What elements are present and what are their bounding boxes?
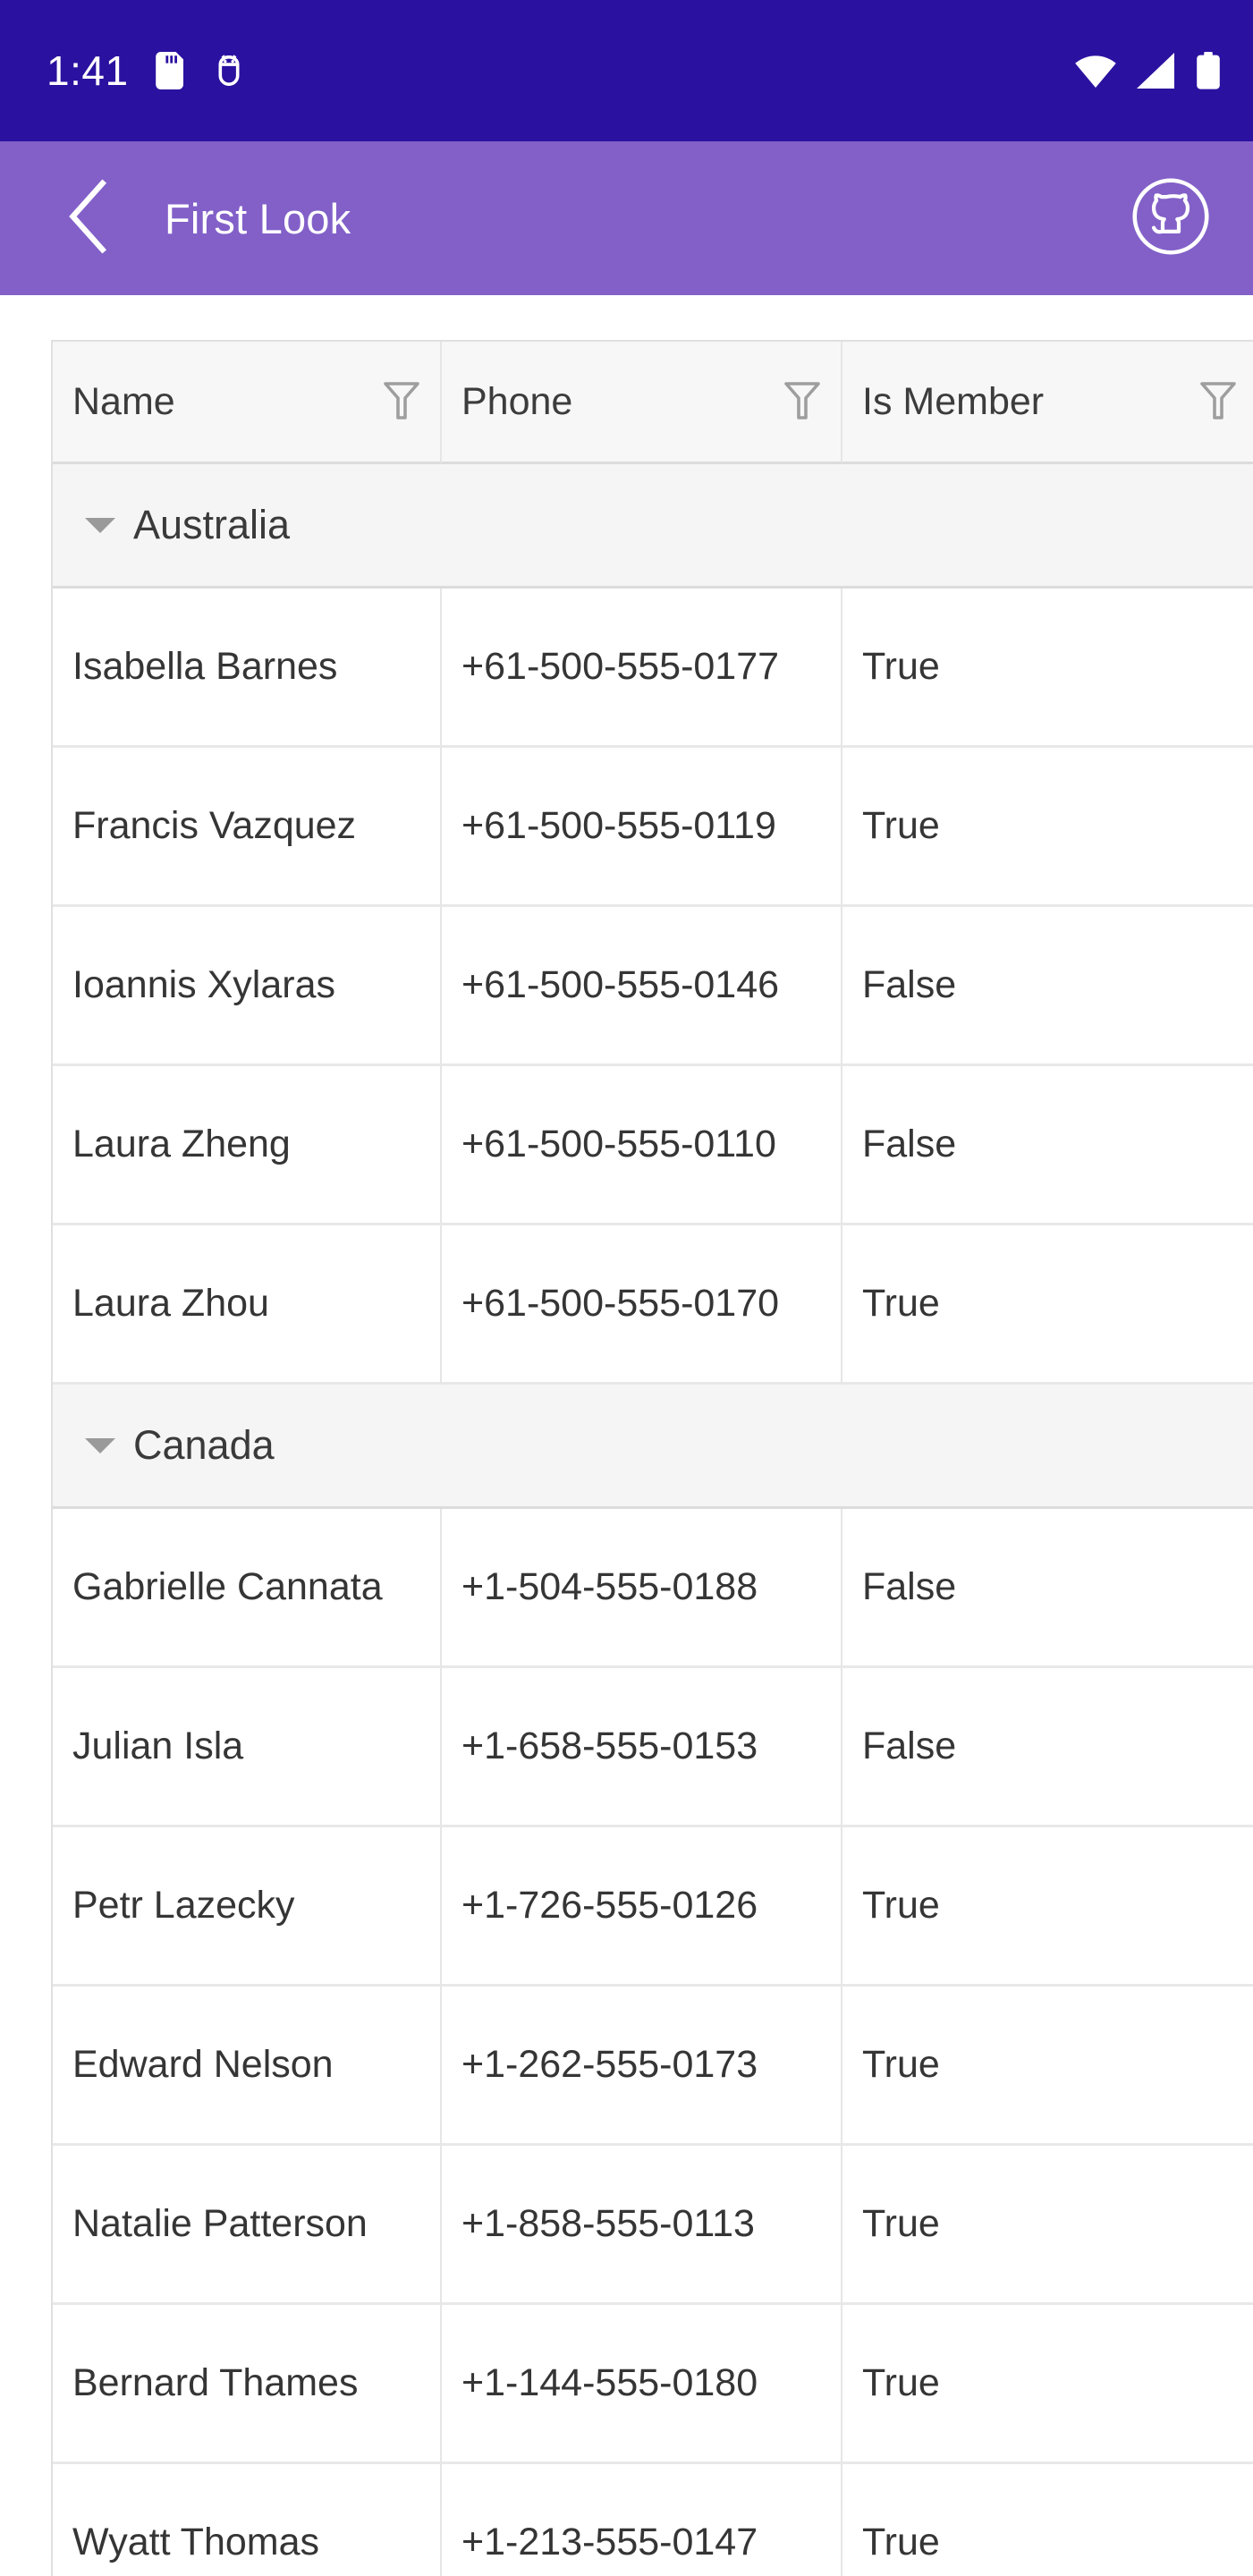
cell-name: Isabella Barnes bbox=[53, 589, 442, 748]
cell-name: Wyatt Thomas bbox=[53, 2464, 442, 2576]
column-header-label: Phone bbox=[461, 379, 573, 423]
cell-phone: +61-500-555-0170 bbox=[442, 1225, 842, 1385]
cell-is-member: True bbox=[842, 2305, 1253, 2464]
column-header-is-member[interactable]: Is Member bbox=[842, 342, 1253, 464]
data-grid: Name Phone Is Member Australia Isabella … bbox=[51, 340, 1253, 2576]
cell-name: Laura Zhou bbox=[53, 1225, 442, 1385]
table-row[interactable]: Julian Isla +1-658-555-0153 False bbox=[53, 1668, 1253, 1827]
status-time: 1:41 bbox=[47, 47, 129, 94]
cell-name: Natalie Patterson bbox=[53, 2146, 442, 2305]
table-row[interactable]: Ioannis Xylaras +61-500-555-0146 False bbox=[53, 907, 1253, 1066]
status-bar-right bbox=[1074, 52, 1221, 89]
cell-is-member: False bbox=[842, 1668, 1253, 1827]
table-row[interactable]: Laura Zheng +61-500-555-0110 False bbox=[53, 1066, 1253, 1225]
page-title: First Look bbox=[165, 194, 351, 242]
cell-is-member: False bbox=[842, 1509, 1253, 1668]
cell-phone: +1-504-555-0188 bbox=[442, 1509, 842, 1668]
table-row[interactable]: Francis Vazquez +61-500-555-0119 True bbox=[53, 748, 1253, 907]
cell-phone: +1-858-555-0113 bbox=[442, 2146, 842, 2305]
app-bar: First Look bbox=[0, 141, 1253, 295]
table-row[interactable]: Edward Nelson +1-262-555-0173 True bbox=[53, 1987, 1253, 2146]
cell-phone: +1-144-555-0180 bbox=[442, 2305, 842, 2464]
table-row[interactable]: Natalie Patterson +1-858-555-0113 True bbox=[53, 2146, 1253, 2305]
table-row[interactable]: Bernard Thames +1-144-555-0180 True bbox=[53, 2305, 1253, 2464]
caret-down-icon[interactable] bbox=[85, 1437, 115, 1453]
filter-funnel-icon[interactable] bbox=[1199, 378, 1237, 426]
cell-phone: +1-262-555-0173 bbox=[442, 1987, 842, 2146]
back-button[interactable] bbox=[50, 178, 127, 259]
group-caption: Australia bbox=[133, 502, 291, 547]
column-header-label: Name bbox=[72, 379, 175, 423]
cell-phone: +1-726-555-0126 bbox=[442, 1827, 842, 1987]
cell-is-member: True bbox=[842, 2464, 1253, 2576]
cell-phone: +1-213-555-0147 bbox=[442, 2464, 842, 2576]
cell-phone: +1-658-555-0153 bbox=[442, 1668, 842, 1827]
cell-phone: +61-500-555-0146 bbox=[442, 907, 842, 1066]
github-icon bbox=[1130, 175, 1212, 262]
battery-icon bbox=[1196, 52, 1221, 89]
group-caption: Canada bbox=[133, 1422, 275, 1468]
cell-is-member: True bbox=[842, 2146, 1253, 2305]
cell-is-member: True bbox=[842, 1987, 1253, 2146]
cell-phone: +61-500-555-0119 bbox=[442, 748, 842, 907]
column-header-phone[interactable]: Phone bbox=[442, 342, 842, 464]
cell-phone: +61-500-555-0110 bbox=[442, 1066, 842, 1225]
cellular-signal-icon bbox=[1137, 53, 1176, 89]
cell-name: Francis Vazquez bbox=[53, 748, 442, 907]
caret-down-icon[interactable] bbox=[85, 517, 115, 533]
grid-header-row: Name Phone Is Member bbox=[53, 342, 1253, 464]
cell-name: Edward Nelson bbox=[53, 1987, 442, 2146]
cell-phone: +61-500-555-0177 bbox=[442, 589, 842, 748]
column-header-label: Is Member bbox=[862, 379, 1045, 423]
status-bar-left: 1:41 bbox=[47, 50, 245, 91]
page-body: Name Phone Is Member Australia Isabella … bbox=[0, 295, 1253, 2576]
cell-is-member: True bbox=[842, 1225, 1253, 1385]
column-header-name[interactable]: Name bbox=[53, 342, 442, 464]
cell-name: Bernard Thames bbox=[53, 2305, 442, 2464]
cell-name: Julian Isla bbox=[53, 1668, 442, 1827]
filter-funnel-icon[interactable] bbox=[783, 378, 821, 426]
android-bug-icon bbox=[213, 52, 245, 89]
cell-is-member: True bbox=[842, 589, 1253, 748]
table-row[interactable]: Petr Lazecky +1-726-555-0126 True bbox=[53, 1827, 1253, 1987]
wifi-icon bbox=[1074, 53, 1117, 89]
cell-is-member: True bbox=[842, 1827, 1253, 1987]
sd-card-icon bbox=[155, 52, 186, 89]
cell-name: Petr Lazecky bbox=[53, 1827, 442, 1987]
cell-name: Ioannis Xylaras bbox=[53, 907, 442, 1066]
chevron-left-icon bbox=[63, 178, 114, 259]
table-row[interactable]: Isabella Barnes +61-500-555-0177 True bbox=[53, 589, 1253, 748]
github-button[interactable] bbox=[1128, 175, 1214, 261]
status-bar: 1:41 bbox=[0, 0, 1253, 141]
cell-is-member: True bbox=[842, 748, 1253, 907]
cell-is-member: False bbox=[842, 1066, 1253, 1225]
table-row[interactable]: Wyatt Thomas +1-213-555-0147 True bbox=[53, 2464, 1253, 2576]
cell-name: Gabrielle Cannata bbox=[53, 1509, 442, 1668]
group-header-row[interactable]: Australia bbox=[53, 464, 1253, 589]
grid-body: Australia Isabella Barnes +61-500-555-0177… bbox=[53, 464, 1253, 2576]
cell-is-member: False bbox=[842, 907, 1253, 1066]
filter-funnel-icon[interactable] bbox=[383, 378, 420, 426]
group-header-row[interactable]: Canada bbox=[53, 1385, 1253, 1509]
cell-name: Laura Zheng bbox=[53, 1066, 442, 1225]
table-row[interactable]: Laura Zhou +61-500-555-0170 True bbox=[53, 1225, 1253, 1385]
table-row[interactable]: Gabrielle Cannata +1-504-555-0188 False bbox=[53, 1509, 1253, 1668]
